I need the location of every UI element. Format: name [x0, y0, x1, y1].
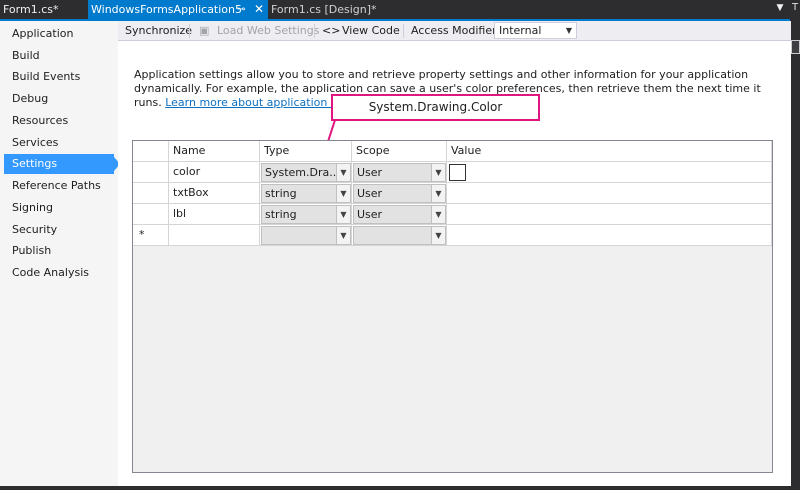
tab-form1-design[interactable]: Form1.cs [Design]*: [268, 0, 400, 19]
access-modifier-label: Access Modifier:: [411, 24, 501, 37]
document-tab-strip: Form1.cs* WindowsFormsApplication5 ⊸ ✕ F…: [0, 0, 800, 19]
synchronize-button[interactable]: Synchronize: [125, 21, 192, 41]
new-row-marker: *: [133, 225, 169, 246]
load-web-settings-button[interactable]: Load Web Settings: [217, 21, 319, 41]
sidebar-item-build-events[interactable]: Build Events: [4, 67, 114, 87]
tab-label: Form1.cs*: [3, 3, 59, 16]
chevron-down-icon[interactable]: ▼: [336, 227, 350, 244]
sidebar-item-debug[interactable]: Debug: [4, 89, 114, 109]
sidebar-item-settings[interactable]: Settings: [4, 154, 114, 174]
setting-scope-dropdown[interactable]: User ▼: [353, 163, 446, 182]
grid-header-row: Name Type Scope Value: [133, 141, 772, 162]
view-code-icon: <>: [322, 24, 341, 37]
settings-grid: Name Type Scope Value color System.Dra..…: [132, 140, 773, 473]
chevron-down-icon[interactable]: ▼: [431, 227, 445, 244]
column-header-name[interactable]: Name: [169, 141, 260, 162]
table-row[interactable]: txtBox string ▼ User ▼: [133, 183, 772, 204]
settings-panel: Synchronize ▣ Load Web Settings <> View …: [118, 21, 791, 486]
setting-type-value: string: [265, 208, 297, 221]
tab-form1-cs[interactable]: Form1.cs*: [0, 0, 88, 19]
sidebar-item-build[interactable]: Build: [4, 46, 114, 66]
access-modifier-value: Internal: [499, 24, 542, 37]
sidebar-item-signing[interactable]: Signing: [4, 198, 114, 218]
right-strip-box[interactable]: [791, 40, 800, 54]
row-selector[interactable]: [133, 183, 169, 204]
load-web-settings-icon: ▣: [199, 24, 210, 37]
setting-type-dropdown[interactable]: string ▼: [261, 184, 351, 203]
chevron-down-icon[interactable]: ▼: [431, 185, 445, 202]
new-setting-value-cell[interactable]: [447, 225, 772, 246]
setting-type-dropdown[interactable]: string ▼: [261, 205, 351, 224]
tab-project-properties[interactable]: WindowsFormsApplication5 ⊸ ✕: [88, 0, 268, 19]
setting-scope-dropdown[interactable]: User ▼: [353, 184, 446, 203]
setting-value-cell[interactable]: [447, 162, 772, 183]
tab-label: WindowsFormsApplication5: [91, 3, 243, 16]
table-row[interactable]: lbl string ▼ User ▼: [133, 204, 772, 225]
toolbar-separator: [403, 24, 404, 38]
properties-sidebar: Application Build Build Events Debug Res…: [0, 21, 120, 486]
toolbar-separator: [189, 24, 190, 38]
sidebar-item-code-analysis[interactable]: Code Analysis: [4, 263, 114, 283]
chevron-down-icon[interactable]: ▼: [336, 185, 350, 202]
toolbar-separator: [314, 24, 315, 38]
setting-name-cell[interactable]: lbl: [169, 204, 260, 225]
sidebar-item-application[interactable]: Application: [4, 24, 114, 44]
bottom-border: [0, 486, 800, 490]
sidebar-item-security[interactable]: Security: [4, 220, 114, 240]
row-selector[interactable]: [133, 204, 169, 225]
chevron-down-icon[interactable]: ▼: [431, 164, 445, 181]
pin-icon[interactable]: ⊸: [237, 0, 245, 19]
new-row[interactable]: * ▼ ▼: [133, 225, 772, 246]
new-setting-type-dropdown[interactable]: ▼: [261, 226, 351, 245]
setting-scope-value: User: [357, 187, 383, 200]
setting-type-value: System.Dra...: [265, 166, 340, 179]
setting-type-dropdown[interactable]: System.Dra... ▼: [261, 163, 351, 182]
setting-scope-value: User: [357, 166, 383, 179]
tab-label: Form1.cs [Design]*: [271, 3, 377, 16]
right-strip-letter: T: [792, 2, 799, 13]
column-header-value[interactable]: Value: [447, 141, 772, 162]
sidebar-item-resources[interactable]: Resources: [4, 111, 114, 131]
column-header-scope[interactable]: Scope: [352, 141, 447, 162]
setting-value-cell[interactable]: [447, 204, 772, 225]
sidebar-item-services[interactable]: Services: [4, 133, 114, 153]
chevron-down-icon[interactable]: ▼: [336, 206, 350, 223]
settings-toolbar: Synchronize ▣ Load Web Settings <> View …: [118, 21, 791, 41]
new-setting-name-cell[interactable]: [169, 225, 260, 246]
chevron-down-icon: ▼: [565, 26, 572, 35]
table-row[interactable]: color System.Dra... ▼ User ▼: [133, 162, 772, 183]
access-modifier-dropdown[interactable]: Internal ▼: [494, 22, 577, 39]
setting-type-value: string: [265, 187, 297, 200]
sidebar-item-publish[interactable]: Publish: [4, 241, 114, 261]
setting-value-cell[interactable]: [447, 183, 772, 204]
sidebar-item-reference-paths[interactable]: Reference Paths: [4, 176, 114, 196]
new-setting-scope-dropdown[interactable]: ▼: [353, 226, 446, 245]
tab-overflow-chevron-icon[interactable]: ▼: [774, 1, 786, 15]
right-side-strip: T: [791, 0, 800, 490]
color-value-swatch[interactable]: [449, 164, 466, 181]
setting-scope-value: User: [357, 208, 383, 221]
annotation-callout: System.Drawing.Color: [331, 94, 540, 121]
row-selector[interactable]: [133, 162, 169, 183]
setting-name-cell[interactable]: txtBox: [169, 183, 260, 204]
close-icon[interactable]: ✕: [254, 0, 264, 19]
chevron-down-icon[interactable]: ▼: [431, 206, 445, 223]
chevron-down-icon[interactable]: ▼: [336, 164, 350, 181]
view-code-button[interactable]: View Code: [342, 21, 400, 41]
row-header-corner: [133, 141, 169, 162]
column-header-type[interactable]: Type: [260, 141, 352, 162]
setting-scope-dropdown[interactable]: User ▼: [353, 205, 446, 224]
setting-name-cell[interactable]: color: [169, 162, 260, 183]
